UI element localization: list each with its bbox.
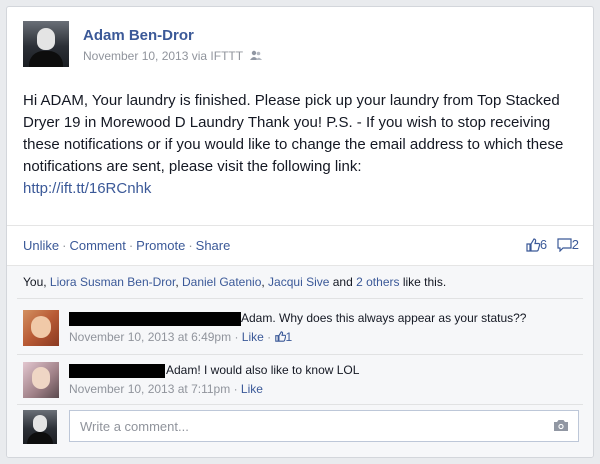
write-comment-row — [23, 410, 579, 446]
divider — [17, 354, 583, 355]
comment-timestamp[interactable]: November 10, 2013 at 6:49pm — [69, 330, 231, 344]
redaction-bar — [69, 364, 165, 378]
divider — [17, 404, 583, 405]
likes-summary: You, Liora Susman Ben-Dror, Daniel Gaten… — [23, 275, 447, 289]
liker-link[interactable]: Liora Susman Ben-Dror — [50, 275, 175, 289]
comment-item: Adam! I would also like to know LOL Nove… — [23, 362, 583, 402]
liker-link[interactable]: Jacqui Sive — [268, 275, 329, 289]
friends-icon — [250, 50, 263, 63]
divider — [17, 298, 583, 299]
post-stats: 6 2 — [526, 237, 579, 253]
like-count-button[interactable]: 6 — [526, 237, 551, 252]
post-actions: Unlike · Comment · Promote · Share 6 2 — [7, 225, 593, 265]
current-user-avatar — [23, 410, 57, 444]
thumbs-up-icon — [274, 330, 286, 344]
post-timestamp[interactable]: November 10, 2013 via IFTTT — [83, 49, 243, 63]
others-link[interactable]: 2 others — [356, 275, 399, 289]
author-name[interactable]: Adam Ben-Dror — [83, 27, 194, 44]
unlike-link[interactable]: Unlike — [23, 238, 59, 253]
share-link[interactable]: Share — [196, 238, 231, 253]
comment-bubble-icon — [557, 237, 572, 253]
feedback-section: You, Liora Susman Ben-Dror, Daniel Gaten… — [7, 265, 593, 457]
promote-link[interactable]: Promote — [136, 238, 185, 253]
camera-icon[interactable] — [553, 419, 569, 437]
post-body: Hi ADAM, Your laundry is finished. Pleas… — [23, 90, 583, 200]
comment-like-count[interactable]: 1 — [274, 330, 292, 344]
comment-count: 2 — [571, 237, 579, 252]
comment-input[interactable] — [69, 410, 579, 442]
redaction-bar — [69, 312, 241, 326]
post-card: Adam Ben-Dror November 10, 2013 via IFTT… — [6, 6, 594, 458]
comment-link[interactable]: Comment — [69, 238, 125, 253]
comment-meta: November 10, 2013 at 7:11pm · Like — [69, 382, 263, 396]
post-header — [23, 21, 69, 67]
liker-link[interactable]: Daniel Gatenio — [182, 275, 261, 289]
comment-text: Adam! I would also like to know LOL — [166, 363, 360, 377]
post-link[interactable]: http://ift.tt/16RCnhk — [23, 178, 583, 200]
comment-meta: November 10, 2013 at 6:49pm · Like · 1 — [69, 330, 293, 344]
author-avatar[interactable] — [23, 21, 69, 67]
comment-count-button[interactable]: 2 — [557, 237, 579, 253]
thumbs-up-icon — [526, 237, 541, 252]
commenter-avatar[interactable] — [23, 310, 59, 346]
commenter-avatar[interactable] — [23, 362, 59, 398]
post-message: Hi ADAM, Your laundry is finished. Pleas… — [23, 92, 564, 175]
post-meta: November 10, 2013 via IFTTT — [83, 49, 263, 63]
comment-like-link[interactable]: Like — [241, 382, 263, 396]
comment-like-link[interactable]: Like — [242, 330, 264, 344]
like-count: 6 — [539, 237, 548, 252]
comment-timestamp[interactable]: November 10, 2013 at 7:11pm — [69, 382, 230, 396]
comment-item: Adam. Why does this always appear as you… — [23, 310, 583, 350]
comment-text: Adam. Why does this always appear as you… — [241, 311, 527, 325]
